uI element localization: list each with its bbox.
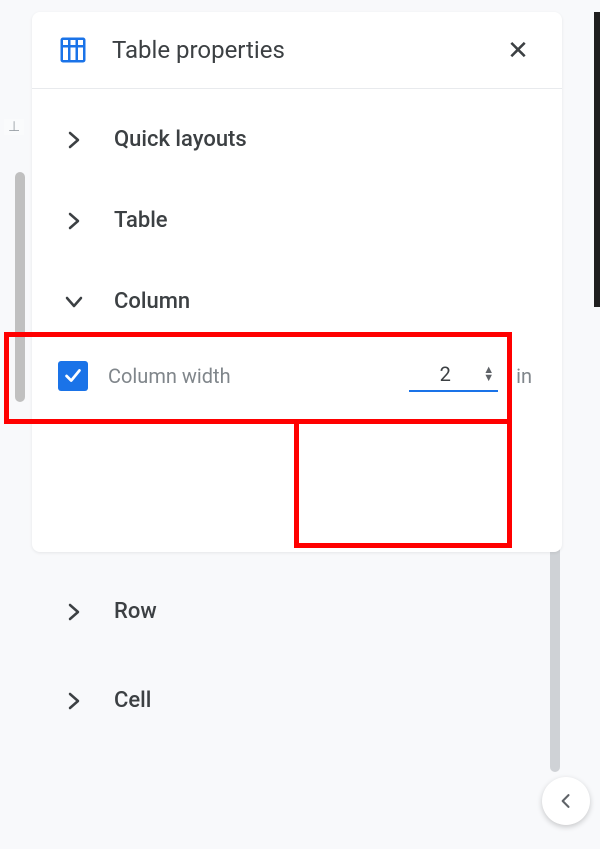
chevron-right-icon	[62, 689, 86, 713]
section-label: Quick layouts	[114, 127, 247, 152]
chevron-down-icon	[62, 290, 86, 314]
section-column[interactable]: Column	[32, 261, 562, 342]
panel-header: Table properties ✕	[32, 12, 562, 89]
chevron-right-icon	[62, 600, 86, 624]
column-width-value: 2	[425, 362, 465, 386]
window-edge	[594, 12, 600, 307]
chevron-right-icon	[62, 209, 86, 233]
section-label: Cell	[114, 688, 151, 713]
lower-sections: Row Cell	[32, 567, 532, 745]
chevron-right-icon	[62, 128, 86, 152]
section-label: Column	[114, 289, 190, 314]
check-icon	[62, 365, 84, 387]
collapse-button[interactable]	[542, 777, 590, 825]
column-width-unit: in	[516, 364, 532, 388]
column-width-stepper[interactable]: ▲ ▼	[483, 366, 494, 382]
section-label: Row	[114, 599, 157, 624]
panel-body: Quick layouts Table Column Column width …	[32, 89, 562, 420]
stepper-down-icon[interactable]: ▼	[483, 374, 494, 382]
section-label: Table	[114, 208, 168, 233]
column-width-checkbox[interactable]	[58, 361, 88, 391]
column-width-row: Column width 2 ▲ ▼ in	[32, 342, 562, 410]
column-width-label: Column width	[108, 364, 409, 388]
section-row[interactable]: Row	[32, 567, 532, 656]
section-cell[interactable]: Cell	[32, 656, 532, 745]
scrollbar-left[interactable]	[15, 172, 25, 402]
panel-title: Table properties	[112, 36, 502, 64]
chevron-left-icon	[556, 791, 576, 811]
section-table[interactable]: Table	[32, 180, 562, 261]
table-icon	[58, 35, 88, 65]
ruler-tick: ⊥	[4, 119, 24, 135]
table-properties-panel: Table properties ✕ Quick layouts Table C…	[32, 12, 562, 552]
section-quick-layouts[interactable]: Quick layouts	[32, 99, 562, 180]
column-width-input[interactable]: 2 ▲ ▼	[409, 360, 498, 392]
close-icon: ✕	[507, 35, 529, 66]
close-button[interactable]: ✕	[502, 34, 534, 66]
